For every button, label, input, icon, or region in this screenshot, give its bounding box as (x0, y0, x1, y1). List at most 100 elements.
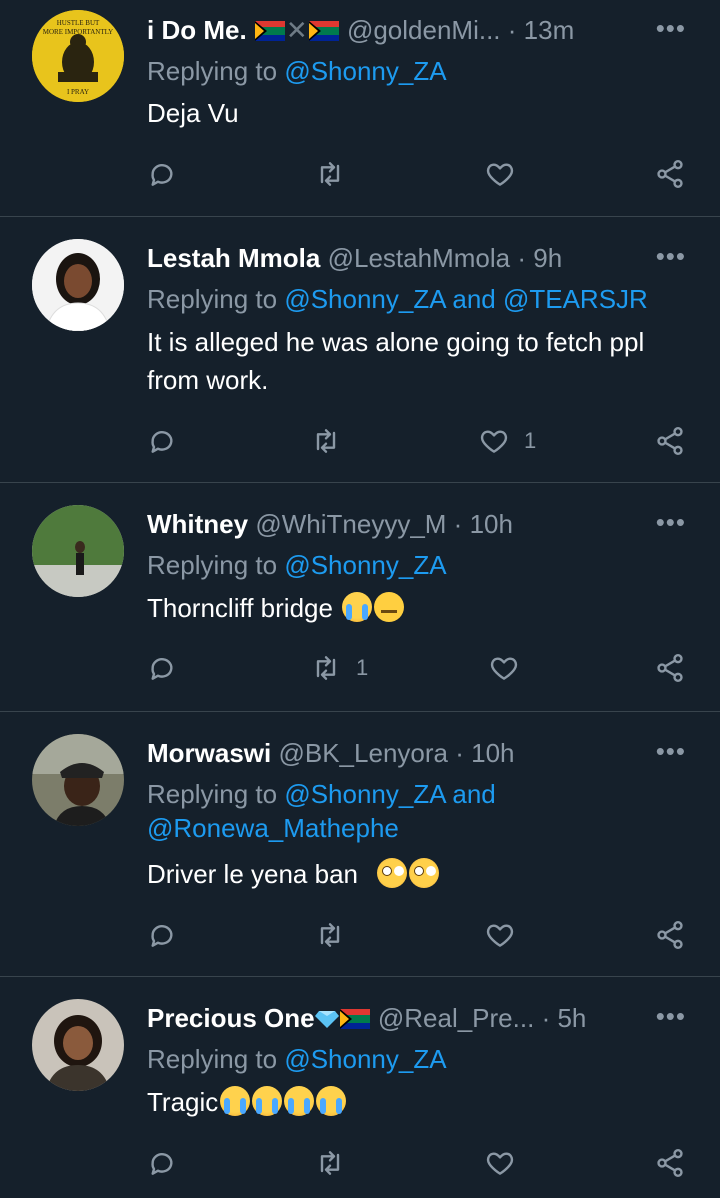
svg-text:I PRAY: I PRAY (67, 88, 89, 96)
like-button[interactable]: 1 (478, 421, 536, 461)
more-icon[interactable]: ••• (656, 12, 686, 44)
avatar[interactable] (32, 239, 124, 331)
timestamp[interactable]: 5h (557, 1003, 586, 1033)
avatar-image (32, 239, 124, 331)
like-button[interactable] (484, 1143, 516, 1183)
handle[interactable]: @Real_Pre... (378, 1003, 534, 1033)
svg-text:HUSTLE BUT: HUSTLE BUT (57, 19, 100, 27)
timestamp[interactable]: 10h (471, 738, 514, 768)
tweet-text-content: It is alleged he was alone going to fetc… (147, 327, 645, 395)
separator: · (541, 1003, 551, 1033)
south-africa-flag-icon (308, 21, 339, 41)
share-button[interactable] (654, 915, 686, 955)
mention-link[interactable]: @Shonny_ZA (284, 56, 446, 86)
replying-to-label: Replying to (147, 779, 278, 809)
reply-button[interactable] (146, 1143, 178, 1183)
retweet-icon (320, 1151, 340, 1175)
tweet-text: Tragic (147, 1083, 690, 1121)
display-name[interactable]: Morwaswi (147, 738, 271, 768)
like-count: 1 (524, 428, 537, 453)
tweet-actions (0, 915, 720, 955)
handle[interactable]: @BK_Lenyora (278, 738, 448, 768)
crying-face-emoji (252, 1086, 283, 1116)
reply-button[interactable] (146, 421, 178, 461)
crying-face-emoji (220, 1086, 251, 1116)
svg-text:MORE IMPORTANTLY: MORE IMPORTANTLY (43, 28, 113, 36)
display-name[interactable]: Whitney (147, 509, 248, 539)
tweet[interactable]: Morwaswi @BK_Lenyora · 10h ••• Replying … (0, 712, 720, 977)
comment-icon (151, 658, 173, 680)
retweet-button[interactable] (314, 1143, 346, 1183)
tweet-text: Thorncliff bridge (147, 589, 690, 627)
retweet-icon (316, 429, 336, 453)
reply-button[interactable] (146, 154, 178, 194)
replying-to: Replying to @Shonny_ZA (147, 1042, 447, 1076)
tweet-text: Deja Vu (147, 94, 690, 132)
tweet-text: Driver le yena ban (147, 855, 690, 893)
more-icon[interactable]: ••• (656, 735, 686, 767)
retweet-button[interactable]: 1 (310, 648, 368, 688)
comment-icon (151, 164, 173, 186)
flushed-face-emoji (409, 858, 440, 888)
share-icon (657, 160, 683, 188)
avatar[interactable]: HUSTLE BUT MORE IMPORTANTLY I PRAY (32, 10, 124, 102)
tweet[interactable]: HUSTLE BUT MORE IMPORTANTLY I PRAY i Do … (0, 0, 720, 217)
replying-to: Replying to @Shonny_ZA and @TEARSJR (147, 282, 648, 316)
display-name[interactable]: i Do Me. (147, 15, 247, 45)
tweet-actions: 1 (0, 421, 720, 461)
tweet[interactable]: Whitney @WhiTneyyy_M · 10h ••• Replying … (0, 483, 720, 712)
share-button[interactable] (654, 421, 686, 461)
handle[interactable]: @WhiTneyyy_M (255, 509, 446, 539)
replying-to: Replying to @Shonny_ZA (147, 54, 447, 88)
share-button[interactable] (654, 1143, 686, 1183)
timestamp[interactable]: 13m (524, 15, 575, 45)
avatar[interactable] (32, 999, 124, 1091)
mention-link[interactable]: @Shonny_ZA (284, 550, 446, 580)
reply-button[interactable] (146, 648, 178, 688)
reply-button[interactable] (146, 915, 178, 955)
retweet-button[interactable] (310, 421, 342, 461)
more-icon[interactable]: ••• (656, 506, 686, 538)
mention-link[interactable]: @Shonny_ZA and @TEARSJR (284, 284, 648, 314)
tweet-text: It is alleged he was alone going to fetc… (147, 323, 687, 399)
south-africa-flag-icon (254, 21, 285, 41)
expressionless-face-emoji (374, 592, 405, 622)
tweet-actions (0, 1143, 720, 1183)
share-button[interactable] (654, 648, 686, 688)
like-button[interactable] (484, 154, 516, 194)
avatar-image (32, 505, 124, 597)
separator: · (455, 738, 464, 768)
like-button[interactable] (488, 648, 520, 688)
gem-icon (314, 1011, 339, 1028)
comment-icon (151, 925, 173, 947)
share-icon (657, 1149, 683, 1177)
replying-to: Replying to @Shonny_ZA (147, 548, 447, 582)
mention-link[interactable]: @Shonny_ZA (284, 1044, 446, 1074)
handle[interactable]: @goldenMi... (347, 15, 501, 45)
flushed-face-emoji (377, 858, 408, 888)
display-name[interactable]: Precious One (147, 1003, 315, 1033)
share-icon (657, 654, 683, 682)
heart-icon (486, 924, 514, 947)
replying-to-label: Replying to (147, 550, 278, 580)
display-name[interactable]: Lestah Mmola (147, 243, 320, 273)
handle[interactable]: @LestahMmola (328, 243, 510, 273)
avatar[interactable] (32, 505, 124, 597)
tweet[interactable]: Precious One @Real_Pre... · 5h ••• Reply… (0, 977, 720, 1198)
avatar[interactable] (32, 734, 124, 826)
retweet-button[interactable] (314, 154, 346, 194)
more-icon[interactable]: ••• (656, 1000, 686, 1032)
retweet-button[interactable] (314, 915, 346, 955)
share-button[interactable] (654, 154, 686, 194)
timestamp[interactable]: 10h (470, 509, 513, 539)
crying-face-emoji (284, 1086, 315, 1116)
x-mark-icon: ✕ (285, 15, 308, 45)
like-button[interactable] (484, 915, 516, 955)
share-icon (657, 427, 683, 455)
crying-face-emoji (316, 1086, 347, 1116)
more-icon[interactable]: ••• (656, 240, 686, 272)
timestamp[interactable]: 9h (533, 243, 562, 273)
tweet[interactable]: Lestah Mmola @LestahMmola · 9h ••• Reply… (0, 217, 720, 483)
avatar-image (32, 734, 124, 826)
crying-face-emoji (342, 592, 373, 622)
